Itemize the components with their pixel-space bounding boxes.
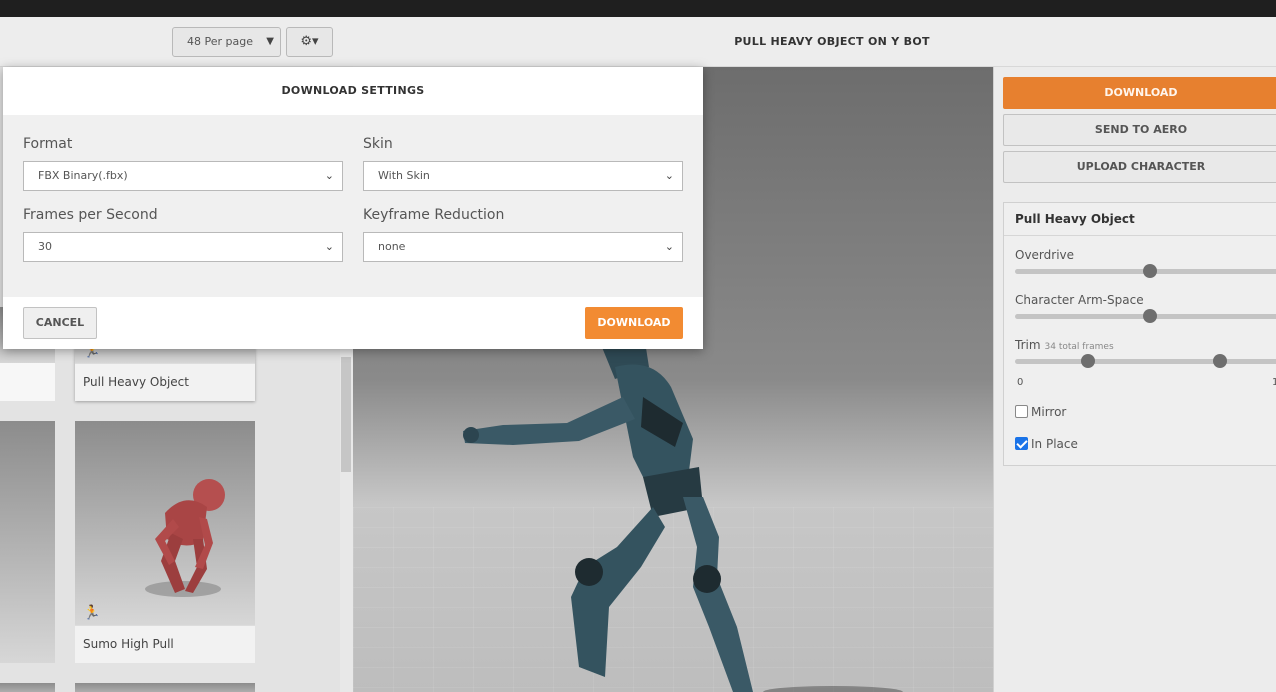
arm-space-label: Character Arm-Space xyxy=(1015,293,1144,307)
trim-end-knob[interactable] xyxy=(1213,354,1227,368)
right-panel: DOWNLOAD SEND TO AERO UPLOAD CHARACTER P… xyxy=(993,67,1276,692)
chevron-down-icon: ▼ xyxy=(266,36,274,47)
format-value: FBX Binary(.fbx) xyxy=(38,169,128,182)
chevron-down-icon: ⌄ xyxy=(664,240,674,253)
download-settings-modal: DOWNLOAD SETTINGS Format FBX Binary(.fbx… xyxy=(3,67,703,349)
trim-start-knob[interactable] xyxy=(1081,354,1095,368)
skin-value: With Skin xyxy=(378,169,430,182)
fps-label: Frames per Second xyxy=(23,207,158,223)
skin-select[interactable]: With Skin ⌄ xyxy=(363,161,683,191)
animation-settings-title: Pull Heavy Object xyxy=(1004,203,1276,236)
animation-card[interactable] xyxy=(0,421,55,663)
animation-thumbnail xyxy=(0,421,55,663)
overdrive-label: Overdrive xyxy=(1015,248,1075,262)
animation-card[interactable] xyxy=(75,683,255,692)
animation-thumbnail xyxy=(75,683,255,692)
arm-space-slider[interactable] xyxy=(1015,309,1276,323)
trim-end-tick: 1 xyxy=(1272,377,1276,388)
arm-space-slider-knob[interactable] xyxy=(1143,309,1157,323)
trim-label-row: Trim 34 total frames xyxy=(1015,338,1114,352)
trim-frames-note: 34 total frames xyxy=(1044,342,1114,352)
top-bar xyxy=(0,0,1276,17)
animation-settings-box: Pull Heavy Object Overdrive Character Ar… xyxy=(1003,202,1276,466)
overdrive-slider-knob[interactable] xyxy=(1143,264,1157,278)
trim-start-tick: 0 xyxy=(1017,377,1024,388)
format-select[interactable]: FBX Binary(.fbx) ⌄ xyxy=(23,161,343,191)
animation-card[interactable] xyxy=(0,683,55,692)
modal-download-button[interactable]: DOWNLOAD xyxy=(585,307,683,339)
red-character-figure xyxy=(145,479,225,597)
upload-character-button[interactable]: UPLOAD CHARACTER xyxy=(1003,151,1276,183)
in-place-checkbox[interactable] xyxy=(1015,437,1028,450)
animation-card-label: Sumo High Pull xyxy=(75,625,255,663)
modal-body: Format FBX Binary(.fbx) ⌄ Skin With Skin… xyxy=(3,115,703,297)
overdrive-slider[interactable] xyxy=(1015,264,1276,278)
settings-gear-button[interactable]: ⚙▾ xyxy=(286,27,333,57)
chevron-down-icon: ⌄ xyxy=(324,169,334,182)
trim-range-slider[interactable] xyxy=(1015,354,1276,368)
send-to-aero-button[interactable]: SEND TO AERO xyxy=(1003,114,1276,146)
download-button[interactable]: DOWNLOAD xyxy=(1003,77,1276,109)
fps-value: 30 xyxy=(38,240,52,253)
keyframe-reduction-label: Keyframe Reduction xyxy=(363,207,505,223)
animation-thumbnail xyxy=(0,683,55,692)
viewport-title: PULL HEAVY OBJECT ON Y BOT xyxy=(734,35,930,48)
library-toolbar: 48 Per page ▼ ⚙▾ xyxy=(0,17,353,67)
gear-icon: ⚙▾ xyxy=(300,34,319,49)
per-page-value: 48 Per page xyxy=(187,35,253,48)
in-place-row[interactable]: In Place xyxy=(1015,437,1078,451)
trim-label: Trim xyxy=(1015,338,1041,352)
modal-footer: CANCEL DOWNLOAD xyxy=(3,297,703,349)
format-label: Format xyxy=(23,136,73,152)
per-page-select[interactable]: 48 Per page ▼ xyxy=(172,27,281,57)
animation-card[interactable]: 🏃 Sumo High Pull xyxy=(75,421,255,663)
mirror-checkbox[interactable] xyxy=(1015,405,1028,418)
mirror-label: Mirror xyxy=(1031,405,1067,419)
chevron-down-icon: ⌄ xyxy=(324,240,334,253)
animation-thumbnail xyxy=(75,421,255,625)
in-place-label: In Place xyxy=(1031,437,1078,451)
modal-title: DOWNLOAD SETTINGS xyxy=(3,67,703,115)
running-figure-icon: 🏃 xyxy=(83,605,101,621)
chevron-down-icon: ⌄ xyxy=(664,169,674,182)
animation-card-label: Pull Heavy Object xyxy=(75,363,255,401)
keyframe-reduction-value: none xyxy=(378,240,406,253)
library-scroll-thumb[interactable] xyxy=(341,357,351,472)
viewport-header: PULL HEAVY OBJECT ON Y BOT xyxy=(353,17,1276,67)
cancel-button[interactable]: CANCEL xyxy=(23,307,97,339)
keyframe-reduction-select[interactable]: none ⌄ xyxy=(363,232,683,262)
mirror-row[interactable]: Mirror xyxy=(1015,405,1066,419)
skin-label: Skin xyxy=(363,136,393,152)
fps-select[interactable]: 30 ⌄ xyxy=(23,232,343,262)
